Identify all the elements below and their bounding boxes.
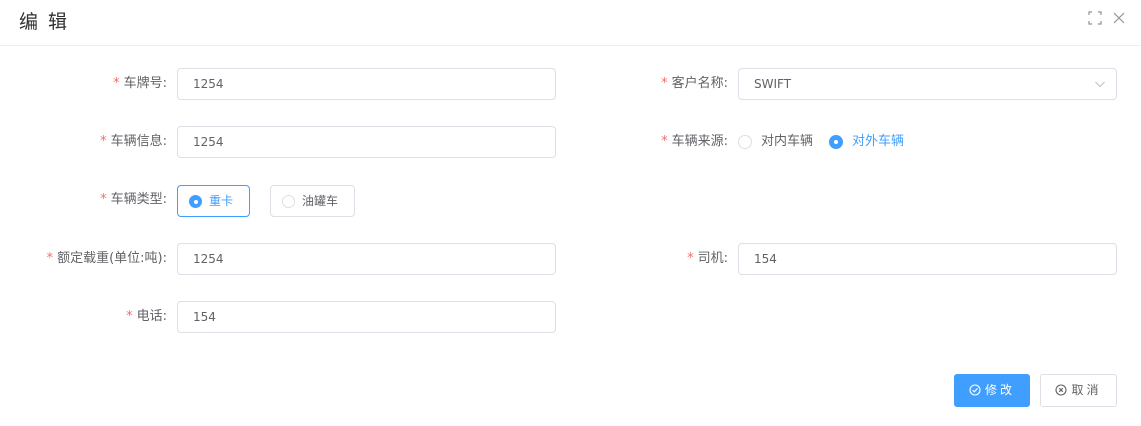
check-circle-icon (969, 384, 981, 396)
required-mark: * (100, 134, 107, 149)
radio-circle-icon (282, 195, 295, 208)
dialog-header: 编 辑 (0, 0, 1141, 46)
close-circle-icon (1055, 384, 1068, 396)
vehicle-info-input-value: 1254 (193, 135, 224, 149)
plate-label-text: 车牌号: (123, 76, 167, 91)
phone-input[interactable]: 154 (177, 301, 556, 333)
load-input-value: 1254 (193, 252, 224, 266)
radio-type-heavy-truck-label: 重卡 (209, 194, 234, 208)
required-mark: * (661, 76, 668, 91)
driver-label-text: 司机: (697, 251, 728, 266)
close-icon[interactable] (1112, 11, 1126, 25)
required-mark: * (113, 76, 120, 91)
plate-label: * 车牌号: (60, 68, 167, 100)
driver-input[interactable]: 154 (738, 243, 1117, 275)
submit-button[interactable]: 修改 (954, 374, 1030, 407)
radio-source-internal[interactable]: 对内车辆 (738, 132, 820, 152)
driver-label: * 司机: (600, 243, 728, 275)
vehicle-type-label: * 车辆类型: (60, 184, 167, 216)
radio-checked-icon (829, 135, 843, 149)
required-mark: * (126, 309, 133, 324)
radio-circle-icon (738, 135, 752, 149)
phone-label: * 电话: (60, 301, 167, 333)
dialog-title: 编 辑 (19, 11, 70, 33)
vehicle-source-label: * 车辆来源: (600, 126, 728, 158)
required-mark: * (100, 192, 107, 207)
plate-input-value: 1254 (193, 77, 224, 91)
phone-input-value: 154 (193, 310, 216, 324)
vehicle-type-label-text: 车辆类型: (110, 192, 167, 207)
load-label-text: 额定载重(单位:吨): (57, 251, 167, 266)
customer-select-value: SWIFT (754, 77, 792, 91)
radio-source-external[interactable]: 对外车辆 (829, 132, 911, 152)
required-mark: * (46, 251, 54, 266)
required-mark: * (661, 134, 668, 149)
radio-source-external-label: 对外车辆 (852, 134, 905, 149)
chevron-down-icon (1094, 78, 1106, 90)
customer-label: * 客户名称: (600, 68, 728, 100)
cancel-button-label: 取消 (1071, 383, 1102, 397)
vehicle-info-label-text: 车辆信息: (110, 134, 167, 149)
load-label: * 额定载重(单位:吨): (10, 243, 167, 275)
customer-select[interactable]: SWIFT (738, 68, 1117, 100)
vehicle-info-label: * 车辆信息: (60, 126, 167, 158)
phone-label-text: 电话: (136, 309, 167, 324)
radio-type-tanker-label: 油罐车 (302, 194, 339, 208)
vehicle-info-input[interactable]: 1254 (177, 126, 556, 158)
plate-input[interactable]: 1254 (177, 68, 556, 100)
driver-input-value: 154 (754, 252, 777, 266)
edit-dialog: 编 辑 * 车牌号: 1254 * 客户名称: SWIFT * 车辆信息: 1254 (0, 0, 1141, 426)
radio-type-tanker[interactable]: 油罐车 (270, 185, 355, 217)
customer-label-text: 客户名称: (671, 76, 728, 91)
submit-button-label: 修改 (984, 383, 1015, 397)
required-mark: * (687, 251, 694, 266)
vehicle-source-label-text: 车辆来源: (671, 134, 728, 149)
radio-type-heavy-truck[interactable]: 重卡 (177, 185, 250, 217)
radio-checked-icon (189, 195, 202, 208)
radio-source-internal-label: 对内车辆 (761, 134, 814, 149)
cancel-button[interactable]: 取消 (1040, 374, 1117, 407)
load-input[interactable]: 1254 (177, 243, 556, 275)
fullscreen-icon[interactable] (1088, 11, 1102, 25)
